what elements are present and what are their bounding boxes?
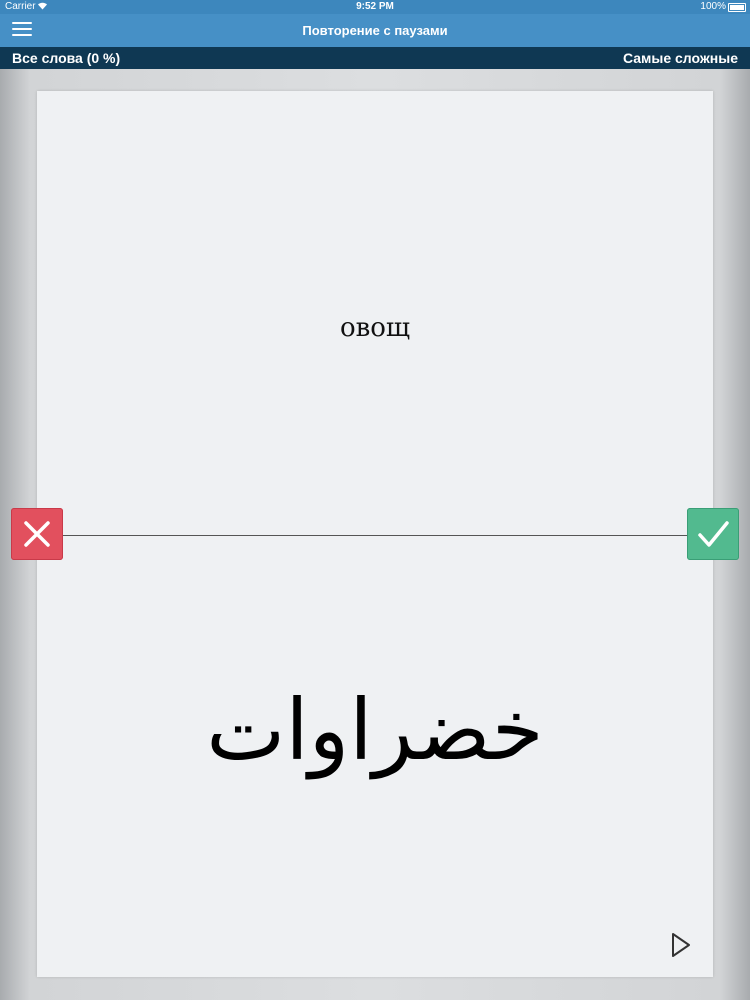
hardest-words-filter[interactable]: Самые сложные bbox=[623, 50, 738, 66]
all-words-filter[interactable]: Все слова (0 %) bbox=[12, 50, 120, 66]
status-bar: Carrier 9:52 PM 100% bbox=[0, 0, 750, 14]
filter-bar: Все слова (0 %) Самые сложные bbox=[0, 47, 750, 69]
correct-answer-button[interactable] bbox=[687, 508, 739, 560]
wrong-answer-button[interactable] bbox=[11, 508, 63, 560]
check-icon bbox=[698, 521, 729, 547]
battery-percent: 100% bbox=[700, 1, 726, 12]
play-icon[interactable] bbox=[669, 931, 693, 959]
clock: 9:52 PM bbox=[356, 1, 394, 12]
battery-icon bbox=[728, 3, 746, 12]
flashcard[interactable]: овощ خضراوات bbox=[37, 91, 713, 977]
navigation-bar: Повторение с паузами bbox=[0, 14, 750, 47]
page-title: Повторение с паузами bbox=[302, 23, 448, 38]
cross-icon bbox=[24, 521, 50, 547]
card-word: овощ bbox=[339, 313, 411, 343]
card-divider bbox=[62, 535, 688, 536]
card-translation: خضراوات bbox=[206, 681, 544, 779]
